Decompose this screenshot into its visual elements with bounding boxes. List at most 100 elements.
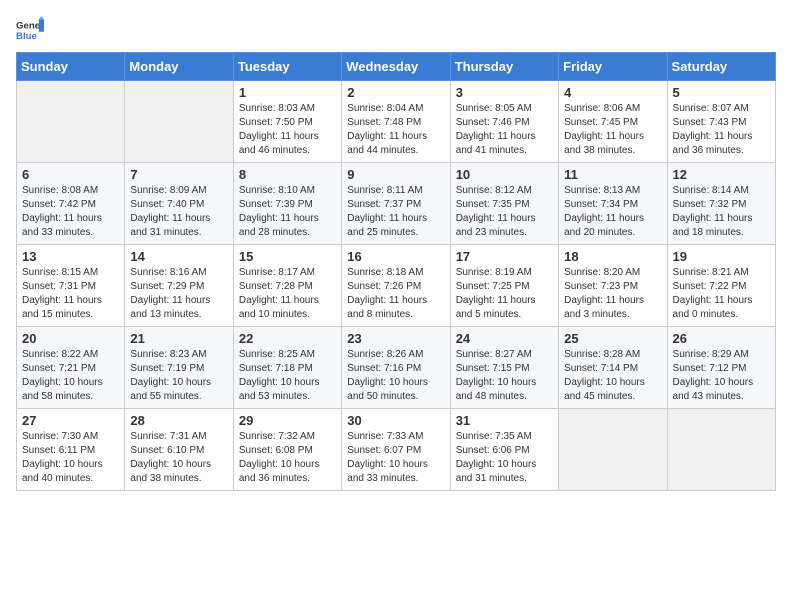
- calendar-cell: 30 Sunrise: 7:33 AM Sunset: 6:07 PM Dayli…: [342, 409, 450, 491]
- day-number: 5: [673, 85, 770, 100]
- weekday-header-row: SundayMondayTuesdayWednesdayThursdayFrid…: [17, 53, 776, 81]
- day-number: 2: [347, 85, 444, 100]
- calendar-cell: 10Sunrise: 8:12 AM Sunset: 7:35 PM Dayli…: [450, 163, 558, 245]
- day-number: 24: [456, 331, 553, 346]
- calendar-cell: 11 Sunrise: 8:13 AM Sunset: 7:34 PM Dayli…: [559, 163, 667, 245]
- calendar-cell: 9 Sunrise: 8:11 AM Sunset: 7:37 PM Daylig…: [342, 163, 450, 245]
- calendar-week-row: 13 Sunrise: 8:15 AM Sunset: 7:31 PM Dayli…: [17, 245, 776, 327]
- day-info: Sunrise: 8:12 AM Sunset: 7:35 PM Dayligh…: [456, 184, 553, 240]
- day-number: 9: [347, 167, 444, 182]
- calendar-table: SundayMondayTuesdayWednesdayThursdayFrid…: [16, 52, 776, 491]
- day-number: 19: [673, 249, 770, 264]
- day-info: Sunrise: 7:31 AM Sunset: 6:10 PM Dayligh…: [130, 430, 227, 486]
- calendar-cell: 29Sunrise: 7:32 AM Sunset: 6:08 PM Dayli…: [233, 409, 341, 491]
- day-number: 13: [22, 249, 119, 264]
- day-info: Sunrise: 8:11 AM Sunset: 7:37 PM Dayligh…: [347, 184, 444, 240]
- day-number: 23: [347, 331, 444, 346]
- calendar-cell: 25 Sunrise: 8:28 AM Sunset: 7:14 PM Dayli…: [559, 327, 667, 409]
- day-info: Sunrise: 8:28 AM Sunset: 7:14 PM Dayligh…: [564, 348, 661, 404]
- day-number: 14: [130, 249, 227, 264]
- day-number: 31: [456, 413, 553, 428]
- calendar-cell: 2 Sunrise: 8:04 AM Sunset: 7:48 PM Daylig…: [342, 81, 450, 163]
- calendar-week-row: 1 Sunrise: 8:03 AM Sunset: 7:50 PM Daylig…: [17, 81, 776, 163]
- day-info: Sunrise: 8:26 AM Sunset: 7:16 PM Dayligh…: [347, 348, 444, 404]
- day-info: Sunrise: 8:08 AM Sunset: 7:42 PM Dayligh…: [22, 184, 119, 240]
- calendar-cell: 4 Sunrise: 8:06 AM Sunset: 7:45 PM Daylig…: [559, 81, 667, 163]
- day-number: 21: [130, 331, 227, 346]
- day-info: Sunrise: 8:15 AM Sunset: 7:31 PM Dayligh…: [22, 266, 119, 322]
- calendar-cell: 26 Sunrise: 8:29 AM Sunset: 7:12 PM Dayli…: [667, 327, 775, 409]
- day-number: 16: [347, 249, 444, 264]
- day-info: Sunrise: 8:06 AM Sunset: 7:45 PM Dayligh…: [564, 102, 661, 158]
- day-number: 27: [22, 413, 119, 428]
- day-info: Sunrise: 8:25 AM Sunset: 7:18 PM Dayligh…: [239, 348, 336, 404]
- calendar-cell: 28Sunrise: 7:31 AM Sunset: 6:10 PM Dayli…: [125, 409, 233, 491]
- day-number: 15: [239, 249, 336, 264]
- day-info: Sunrise: 8:03 AM Sunset: 7:50 PM Dayligh…: [239, 102, 336, 158]
- day-info: Sunrise: 8:17 AM Sunset: 7:28 PM Dayligh…: [239, 266, 336, 322]
- generalblue-logo-icon: General Blue: [16, 16, 44, 44]
- calendar-cell: 8 Sunrise: 8:10 AM Sunset: 7:39 PM Daylig…: [233, 163, 341, 245]
- calendar-cell: 1 Sunrise: 8:03 AM Sunset: 7:50 PM Daylig…: [233, 81, 341, 163]
- calendar-cell: 12 Sunrise: 8:14 AM Sunset: 7:32 PM Dayli…: [667, 163, 775, 245]
- day-info: Sunrise: 8:07 AM Sunset: 7:43 PM Dayligh…: [673, 102, 770, 158]
- day-info: Sunrise: 8:04 AM Sunset: 7:48 PM Dayligh…: [347, 102, 444, 158]
- calendar-cell: 27Sunrise: 7:30 AM Sunset: 6:11 PM Dayli…: [17, 409, 125, 491]
- calendar-cell: 17Sunrise: 8:19 AM Sunset: 7:25 PM Dayli…: [450, 245, 558, 327]
- day-number: 17: [456, 249, 553, 264]
- day-number: 1: [239, 85, 336, 100]
- day-info: Sunrise: 7:35 AM Sunset: 6:06 PM Dayligh…: [456, 430, 553, 486]
- calendar-cell: 22 Sunrise: 8:25 AM Sunset: 7:18 PM Dayli…: [233, 327, 341, 409]
- day-number: 30: [347, 413, 444, 428]
- weekday-header-monday: Monday: [125, 53, 233, 81]
- calendar-cell: 31 Sunrise: 7:35 AM Sunset: 6:06 PM Dayli…: [450, 409, 558, 491]
- day-info: Sunrise: 7:33 AM Sunset: 6:07 PM Dayligh…: [347, 430, 444, 486]
- logo: General Blue: [16, 16, 44, 44]
- weekday-header-tuesday: Tuesday: [233, 53, 341, 81]
- weekday-header-saturday: Saturday: [667, 53, 775, 81]
- day-info: Sunrise: 8:13 AM Sunset: 7:34 PM Dayligh…: [564, 184, 661, 240]
- calendar-cell: 24Sunrise: 8:27 AM Sunset: 7:15 PM Dayli…: [450, 327, 558, 409]
- calendar-cell: 23 Sunrise: 8:26 AM Sunset: 7:16 PM Dayli…: [342, 327, 450, 409]
- day-info: Sunrise: 8:20 AM Sunset: 7:23 PM Dayligh…: [564, 266, 661, 322]
- day-info: Sunrise: 8:23 AM Sunset: 7:19 PM Dayligh…: [130, 348, 227, 404]
- calendar-cell: 15 Sunrise: 8:17 AM Sunset: 7:28 PM Dayli…: [233, 245, 341, 327]
- calendar-week-row: 6Sunrise: 8:08 AM Sunset: 7:42 PM Daylig…: [17, 163, 776, 245]
- calendar-cell: 3 Sunrise: 8:05 AM Sunset: 7:46 PM Daylig…: [450, 81, 558, 163]
- weekday-header-sunday: Sunday: [17, 53, 125, 81]
- weekday-header-thursday: Thursday: [450, 53, 558, 81]
- day-number: 3: [456, 85, 553, 100]
- day-number: 25: [564, 331, 661, 346]
- calendar-cell: [667, 409, 775, 491]
- calendar-cell: 13 Sunrise: 8:15 AM Sunset: 7:31 PM Dayli…: [17, 245, 125, 327]
- day-info: Sunrise: 7:32 AM Sunset: 6:08 PM Dayligh…: [239, 430, 336, 486]
- day-number: 20: [22, 331, 119, 346]
- day-number: 4: [564, 85, 661, 100]
- day-number: 26: [673, 331, 770, 346]
- day-info: Sunrise: 8:10 AM Sunset: 7:39 PM Dayligh…: [239, 184, 336, 240]
- header: General Blue: [16, 16, 776, 44]
- day-info: Sunrise: 8:29 AM Sunset: 7:12 PM Dayligh…: [673, 348, 770, 404]
- calendar-cell: 19 Sunrise: 8:21 AM Sunset: 7:22 PM Dayli…: [667, 245, 775, 327]
- calendar-cell: 20Sunrise: 8:22 AM Sunset: 7:21 PM Dayli…: [17, 327, 125, 409]
- calendar-week-row: 27Sunrise: 7:30 AM Sunset: 6:11 PM Dayli…: [17, 409, 776, 491]
- calendar-cell: 16 Sunrise: 8:18 AM Sunset: 7:26 PM Dayli…: [342, 245, 450, 327]
- day-info: Sunrise: 8:18 AM Sunset: 7:26 PM Dayligh…: [347, 266, 444, 322]
- day-info: Sunrise: 8:14 AM Sunset: 7:32 PM Dayligh…: [673, 184, 770, 240]
- day-info: Sunrise: 8:09 AM Sunset: 7:40 PM Dayligh…: [130, 184, 227, 240]
- day-info: Sunrise: 8:05 AM Sunset: 7:46 PM Dayligh…: [456, 102, 553, 158]
- weekday-header-wednesday: Wednesday: [342, 53, 450, 81]
- calendar-cell: 21 Sunrise: 8:23 AM Sunset: 7:19 PM Dayli…: [125, 327, 233, 409]
- day-number: 11: [564, 167, 661, 182]
- day-info: Sunrise: 8:16 AM Sunset: 7:29 PM Dayligh…: [130, 266, 227, 322]
- day-number: 8: [239, 167, 336, 182]
- day-number: 12: [673, 167, 770, 182]
- day-info: Sunrise: 8:21 AM Sunset: 7:22 PM Dayligh…: [673, 266, 770, 322]
- day-number: 18: [564, 249, 661, 264]
- day-number: 22: [239, 331, 336, 346]
- calendar-cell: 6Sunrise: 8:08 AM Sunset: 7:42 PM Daylig…: [17, 163, 125, 245]
- calendar-cell: [559, 409, 667, 491]
- calendar-week-row: 20Sunrise: 8:22 AM Sunset: 7:21 PM Dayli…: [17, 327, 776, 409]
- calendar-cell: 18 Sunrise: 8:20 AM Sunset: 7:23 PM Dayli…: [559, 245, 667, 327]
- calendar-cell: 7Sunrise: 8:09 AM Sunset: 7:40 PM Daylig…: [125, 163, 233, 245]
